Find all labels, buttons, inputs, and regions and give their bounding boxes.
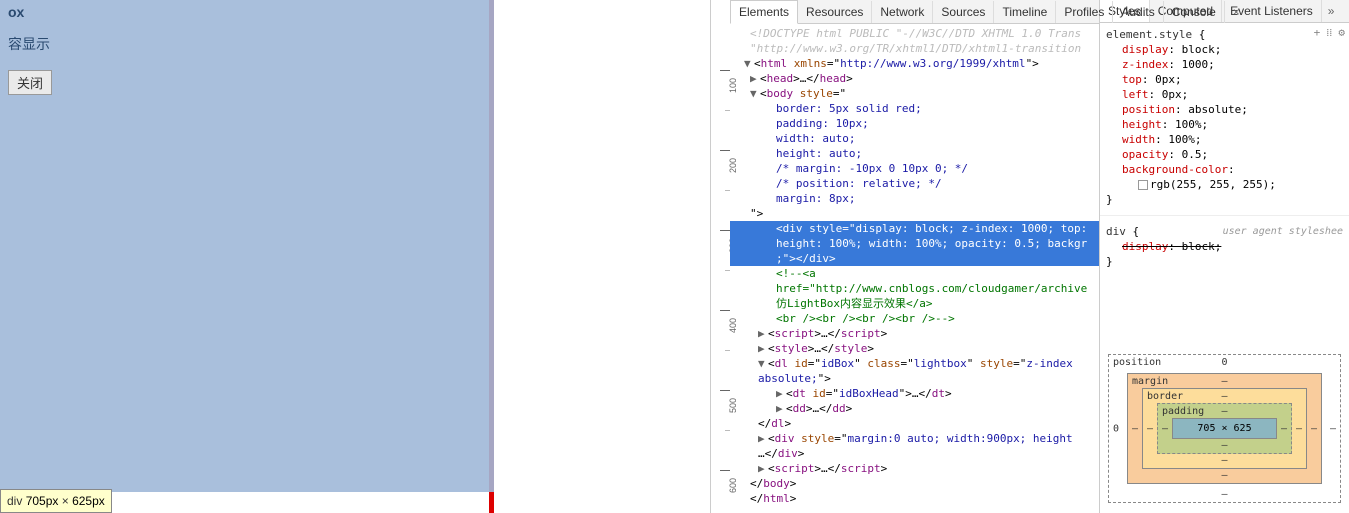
comment-open[interactable]: <!--<a (730, 266, 1099, 281)
user-agent-rule[interactable]: div { user agent styleshee display: bloc… (1100, 220, 1349, 273)
style-node[interactable]: ▶<style>…</style> (730, 341, 1099, 356)
selected-div-line-3[interactable]: ;"></div> (730, 251, 1099, 266)
head-node[interactable]: ▶<head>…</head> (730, 71, 1099, 86)
lightbox: ox 容显示 关闭 (0, 0, 60, 95)
dom-tree[interactable]: <!DOCTYPE html PUBLIC "-//W3C//DTD XHTML… (730, 24, 1099, 513)
doctype-line[interactable]: <!DOCTYPE html PUBLIC "-//W3C//DTD XHTML… (730, 26, 1099, 41)
dd-node[interactable]: ▶<dd>…</dd> (730, 401, 1099, 416)
elements-panel: Elements Resources Network Sources Timel… (730, 0, 1100, 513)
html-close[interactable]: </html> (730, 491, 1099, 506)
dl-style-cont[interactable]: absolute;"> (730, 371, 1099, 386)
tab-network[interactable]: Network (872, 1, 933, 23)
vertical-ruler: 100 200 300 400 500 600 (710, 0, 730, 513)
lightbox-title: ox (8, 4, 52, 20)
add-rule-icon[interactable]: + (1314, 25, 1321, 40)
tab-elements[interactable]: Elements (730, 0, 798, 24)
tab-resources[interactable]: Resources (798, 1, 872, 23)
body-close[interactable]: </body> (730, 476, 1099, 491)
box-model[interactable]: position 0 0 – – margin – – – – border –… (1100, 344, 1349, 513)
script-node[interactable]: ▶<script>…</script> (730, 326, 1099, 341)
preview-pane: ox 容显示 关闭 div 705px × 625px (0, 0, 494, 513)
tab-profiles[interactable]: Profiles (1056, 1, 1113, 23)
ruler-column: 100 200 300 400 500 600 (494, 0, 730, 513)
devtools-tabs: Elements Resources Network Sources Timel… (730, 0, 1099, 24)
body-style-line[interactable]: margin: 8px; (730, 191, 1099, 206)
body-style-line[interactable]: border: 5px solid red; (730, 101, 1099, 116)
color-swatch-icon[interactable] (1138, 180, 1148, 190)
body-style-line[interactable]: height: auto; (730, 146, 1099, 161)
selected-element-overlay[interactable] (0, 0, 494, 492)
body-open[interactable]: ▼<body style=" (730, 86, 1099, 101)
dl-open[interactable]: ▼<dl id="idBox" class="lightbox" style="… (730, 356, 1099, 371)
selected-div-line-1[interactable]: <div style="display: block; z-index: 100… (730, 221, 1099, 236)
script-node-2[interactable]: ▶<script>…</script> (730, 461, 1099, 476)
tab-console[interactable]: Console (1164, 1, 1225, 23)
tab-sources[interactable]: Sources (933, 1, 994, 23)
dt-node[interactable]: ▶<dt id="idBoxHead">…</dt> (730, 386, 1099, 401)
tab-audits[interactable]: Audits (1113, 1, 1163, 23)
gear-icon[interactable]: ⚙ (1338, 25, 1345, 40)
comment-br[interactable]: <br /><br /><br /><br />--> (730, 311, 1099, 326)
tab-timeline[interactable]: Timeline (994, 1, 1056, 23)
body-style-line[interactable]: padding: 10px; (730, 116, 1099, 131)
more-icon[interactable]: » (1322, 0, 1341, 22)
div-close[interactable]: …</div> (730, 446, 1099, 461)
comment-href[interactable]: href="http://www.cnblogs.com/cloudgamer/… (730, 281, 1099, 296)
body-style-line[interactable]: /* margin: -10px 0 10px 0; */ (730, 161, 1099, 176)
toggle-state-icon[interactable]: ⁞⁞ (1326, 25, 1332, 40)
body-style-line[interactable]: /* position: relative; */ (730, 176, 1099, 191)
selected-div-line-2[interactable]: height: 100%; width: 100%; opacity: 0.5;… (730, 236, 1099, 251)
comment-text[interactable]: 仿LightBox内容显示效果</a> (730, 296, 1099, 311)
close-icon[interactable]: × (1225, 5, 1248, 19)
doctype-line-2[interactable]: "http://www.w3.org/TR/xhtml1/DTD/xhtml1-… (730, 41, 1099, 56)
close-button[interactable]: 关闭 (8, 70, 52, 95)
box-model-content: 705 × 625 (1172, 418, 1277, 439)
dl-close[interactable]: </dl> (730, 416, 1099, 431)
lightbox-text: 容显示 (8, 34, 52, 54)
viewport: ox 容显示 关闭 div 705px × 625px 100 200 300 … (0, 0, 1349, 513)
html-open[interactable]: ▼<html xmlns="http://www.w3.org/1999/xht… (730, 56, 1099, 71)
div-node[interactable]: ▶<div style="margin:0 auto; width:900px;… (730, 431, 1099, 446)
body-style-line[interactable]: width: auto; (730, 131, 1099, 146)
element-style-rule[interactable]: + ⁞⁞ ⚙ element.style { display: block; z… (1100, 23, 1349, 211)
body-style-close[interactable]: "> (730, 206, 1099, 221)
element-size-tooltip: div 705px × 625px (0, 489, 112, 513)
styles-panel: Styles Computed Event Listeners » + ⁞⁞ ⚙… (1100, 0, 1349, 513)
